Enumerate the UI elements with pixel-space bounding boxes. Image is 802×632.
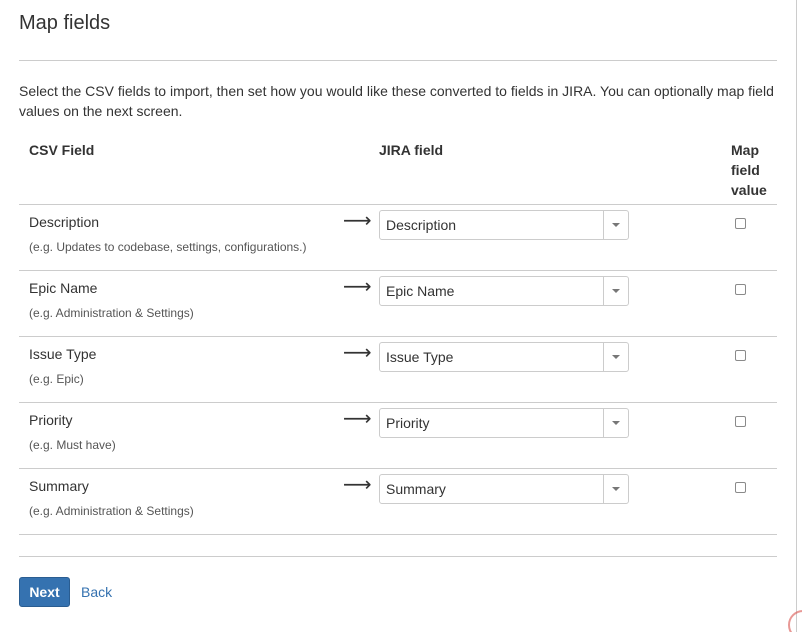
select-divider xyxy=(603,343,604,371)
csv-field-example: (e.g. Must have) xyxy=(29,438,116,452)
table-header: CSV Field JIRA field Map field value xyxy=(19,138,777,205)
csv-field-name: Summary xyxy=(29,478,89,494)
chevron-down-icon[interactable] xyxy=(612,223,620,227)
select-divider xyxy=(603,277,604,305)
jira-field-select-value: Epic Name xyxy=(386,283,455,299)
csv-field-name: Priority xyxy=(29,412,73,428)
back-link[interactable]: Back xyxy=(81,584,112,600)
header-csv-field: CSV Field xyxy=(29,142,95,158)
csv-field-example: (e.g. Administration & Settings) xyxy=(29,306,194,320)
select-divider xyxy=(603,211,604,239)
arrow-right-icon: ⟶ xyxy=(343,276,372,298)
header-map-field-value: Map field value xyxy=(731,142,767,198)
jira-field-select-value: Priority xyxy=(386,415,430,431)
arrow-right-icon: ⟶ xyxy=(343,342,372,364)
map-field-value-checkbox[interactable] xyxy=(735,482,746,493)
jira-field-select[interactable]: Summary xyxy=(379,474,629,504)
arrow-right-icon: ⟶ xyxy=(343,474,372,496)
jira-field-select-value: Description xyxy=(386,217,457,233)
arrow-right-icon: ⟶ xyxy=(343,210,372,232)
table-row: Issue Type (e.g. Epic) ⟶ Issue Type xyxy=(19,337,777,403)
table-row: Description (e.g. Updates to codebase, s… xyxy=(19,205,777,271)
csv-field-name: Description xyxy=(29,214,100,230)
table-row: Epic Name (e.g. Administration & Setting… xyxy=(19,271,777,337)
jira-field-select[interactable]: Priority xyxy=(379,408,629,438)
chevron-down-icon[interactable] xyxy=(612,487,620,491)
chevron-down-icon[interactable] xyxy=(612,289,620,293)
jira-field-select-value: Issue Type xyxy=(386,349,454,365)
jira-field-select[interactable]: Issue Type xyxy=(379,342,629,372)
field-mapping-table: CSV Field JIRA field Map field value Des… xyxy=(19,138,777,535)
jira-field-select[interactable]: Epic Name xyxy=(379,276,629,306)
page-title: Map fields xyxy=(19,12,111,34)
map-field-value-checkbox[interactable] xyxy=(735,350,746,361)
table-row: Summary (e.g. Administration & Settings)… xyxy=(19,469,777,535)
map-field-value-checkbox[interactable] xyxy=(735,284,746,295)
select-divider xyxy=(603,409,604,437)
csv-field-example: (e.g. Updates to codebase, settings, con… xyxy=(29,240,307,254)
header-jira-field: JIRA field xyxy=(379,142,444,158)
intro-text: Select the CSV fields to import, then se… xyxy=(19,83,774,119)
arrow-right-icon: ⟶ xyxy=(343,408,372,430)
csv-field-example: (e.g. Administration & Settings) xyxy=(29,504,194,518)
table-row: Priority (e.g. Must have) ⟶ Priority xyxy=(19,403,777,469)
divider-bottom xyxy=(19,556,777,557)
csv-field-name: Epic Name xyxy=(29,280,98,296)
chevron-down-icon[interactable] xyxy=(612,355,620,359)
next-button[interactable]: Next xyxy=(19,577,70,607)
jira-field-select-value: Summary xyxy=(386,481,446,497)
chevron-down-icon[interactable] xyxy=(612,421,620,425)
csv-field-name: Issue Type xyxy=(29,346,97,362)
select-divider xyxy=(603,475,604,503)
csv-field-example: (e.g. Epic) xyxy=(29,372,84,386)
jira-field-select[interactable]: Description xyxy=(379,210,629,240)
map-field-value-checkbox[interactable] xyxy=(735,218,746,229)
map-field-value-checkbox[interactable] xyxy=(735,416,746,427)
divider-top xyxy=(19,60,777,61)
